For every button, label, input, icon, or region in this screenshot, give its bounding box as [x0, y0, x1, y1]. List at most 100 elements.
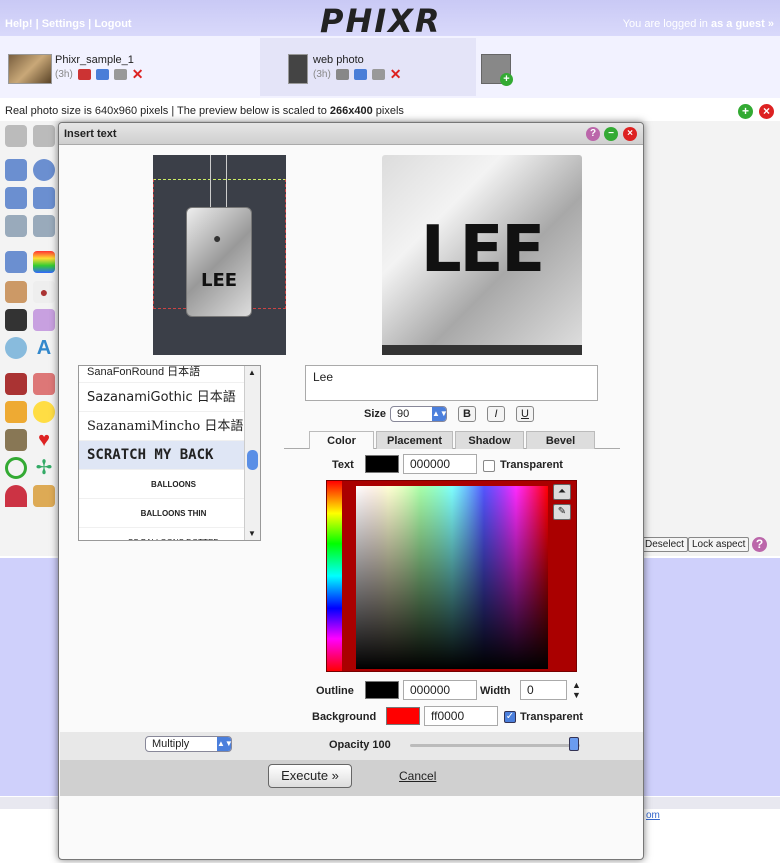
text-icon[interactable]: A	[33, 337, 55, 359]
dialog-titlebar[interactable]: Insert text ? − ×	[59, 123, 643, 145]
close-icon[interactable]: ✕	[390, 67, 403, 81]
copy-icon[interactable]	[113, 69, 127, 80]
font-item-selected[interactable]: SCRATCH MY BACK	[79, 441, 260, 470]
sparkle-icon[interactable]: ✢	[33, 457, 55, 479]
font-item[interactable]: BALLOONS	[79, 470, 260, 499]
original-preview[interactable]: ● LEE	[153, 155, 286, 355]
text-transparent-checkbox[interactable]	[483, 460, 495, 472]
sticker-icon[interactable]	[5, 401, 27, 423]
lasso-icon[interactable]	[5, 457, 27, 479]
close-icon[interactable]: ×	[623, 127, 637, 141]
font-item[interactable]: BALLOONS THIN	[79, 499, 260, 528]
hue-slider[interactable]	[327, 481, 342, 671]
redo-icon[interactable]	[33, 125, 55, 147]
colors-icon[interactable]	[33, 251, 55, 273]
tab-bevel[interactable]: Bevel	[526, 431, 595, 449]
font-list[interactable]: SanaFonRound 日本語 SazanamiGothic 日本語 Saza…	[78, 365, 261, 541]
shapes-icon[interactable]	[33, 309, 55, 331]
resize-icon[interactable]	[5, 187, 27, 209]
photo-thumbnail[interactable]	[8, 54, 52, 84]
minimize-icon[interactable]: −	[604, 127, 618, 141]
execute-button[interactable]: Execute »	[268, 764, 352, 788]
frame-icon[interactable]	[33, 215, 55, 237]
flip-icon[interactable]	[5, 159, 27, 181]
outline-color-input[interactable]: 000000	[403, 680, 477, 700]
tab-placement[interactable]: Placement	[376, 431, 453, 449]
color-picker[interactable]: ⏶ ✎	[326, 480, 577, 672]
apple-logo-icon: ●	[213, 230, 222, 246]
scroll-down-icon[interactable]: ▼	[248, 529, 256, 538]
copy-icon[interactable]	[371, 69, 385, 80]
chevron-down-icon: ▲▼	[432, 407, 448, 421]
expand-icon[interactable]: ⏶	[553, 484, 571, 500]
eyedropper-icon[interactable]: ✎	[553, 504, 571, 520]
background-color-input[interactable]: ff0000	[424, 706, 498, 726]
settings-link[interactable]: Settings	[42, 18, 85, 30]
film-strip-icon[interactable]	[5, 373, 27, 395]
saturation-value-area[interactable]	[356, 486, 548, 669]
width-stepper[interactable]: ▲ ▼	[572, 680, 581, 700]
tab-photo-1[interactable]: Phixr_sample_1 (3h) ✕	[0, 38, 258, 96]
round-corner-icon[interactable]	[5, 485, 27, 507]
text-color-input[interactable]: 000000	[403, 454, 477, 474]
camera-icon[interactable]	[5, 309, 27, 331]
italic-button[interactable]: I	[487, 406, 505, 422]
rotate-icon[interactable]	[33, 159, 55, 181]
crop-icon[interactable]	[5, 215, 27, 237]
tab-title: Phixr_sample_1	[55, 54, 134, 66]
text-color-swatch[interactable]	[365, 455, 399, 473]
underline-button[interactable]: U	[516, 406, 534, 422]
curtain-icon[interactable]	[33, 373, 55, 395]
logout-link[interactable]: Logout	[94, 18, 131, 30]
cancel-link[interactable]: Cancel	[399, 769, 436, 783]
font-item[interactable]: SazanamiMincho 日本語	[79, 412, 260, 441]
font-list-scrollbar[interactable]: ▲ ▼	[244, 366, 260, 540]
red-eye-icon[interactable]: ●	[33, 281, 55, 303]
blend-mode-select[interactable]: Multiply ▲▼	[145, 736, 233, 752]
opacity-slider[interactable]	[410, 744, 580, 747]
font-item[interactable]: SanaFonRound 日本語	[79, 366, 260, 383]
text-input[interactable]: Lee	[305, 365, 598, 401]
footer-link[interactable]: om	[646, 810, 660, 821]
scale-icon[interactable]	[33, 187, 55, 209]
background-label: Background	[312, 711, 377, 723]
border-icon[interactable]	[33, 485, 55, 507]
deselect-button[interactable]: Deselect	[641, 537, 688, 552]
scroll-up-icon[interactable]: ▲	[248, 368, 256, 377]
help-link[interactable]: Help!	[5, 18, 33, 30]
help-icon[interactable]: ?	[586, 127, 600, 141]
edit-icon[interactable]	[335, 69, 349, 80]
tab-photo-2[interactable]: web photo (3h) ✕	[260, 38, 476, 96]
speech-bubble-icon[interactable]	[5, 337, 27, 359]
lock-aspect-button[interactable]: Lock aspect	[688, 537, 750, 552]
close-icon[interactable]: ×	[759, 104, 774, 119]
opacity-slider-handle[interactable]	[569, 737, 579, 751]
background-transparent-checkbox[interactable]: ✓	[504, 711, 516, 723]
help-icon[interactable]: ?	[752, 537, 767, 552]
undo-icon[interactable]	[5, 125, 27, 147]
photo-icon[interactable]	[5, 429, 27, 451]
add-photo-button[interactable]: +	[481, 54, 513, 86]
font-item[interactable]: SS BALLOONS DOTTED	[79, 528, 260, 540]
adjust-icon[interactable]	[5, 251, 27, 273]
font-item[interactable]: SazanamiGothic 日本語	[79, 383, 260, 412]
phixr-logo[interactable]: PHIXR	[320, 2, 441, 40]
close-icon[interactable]: ✕	[132, 67, 145, 81]
undo-icon[interactable]	[95, 69, 109, 80]
photo-thumbnail[interactable]	[288, 54, 308, 84]
edit-icon[interactable]	[77, 69, 91, 80]
bold-button[interactable]: B	[458, 406, 476, 422]
smiley-icon[interactable]	[33, 401, 55, 423]
photo-tabs: Phixr_sample_1 (3h) ✕ web photo (3h) ✕ +	[0, 36, 780, 98]
outline-width-input[interactable]: 0	[520, 680, 567, 700]
heart-icon[interactable]: ♥	[33, 429, 55, 451]
face-icon[interactable]	[5, 281, 27, 303]
tab-color[interactable]: Color	[309, 431, 374, 449]
tab-shadow[interactable]: Shadow	[455, 431, 524, 449]
scroll-thumb[interactable]	[247, 450, 258, 470]
zoom-in-icon[interactable]: +	[738, 104, 753, 119]
outline-color-swatch[interactable]	[365, 681, 399, 699]
background-color-swatch[interactable]	[386, 707, 420, 725]
size-select[interactable]: 90 ▲▼	[390, 406, 448, 422]
undo-icon[interactable]	[353, 69, 367, 80]
